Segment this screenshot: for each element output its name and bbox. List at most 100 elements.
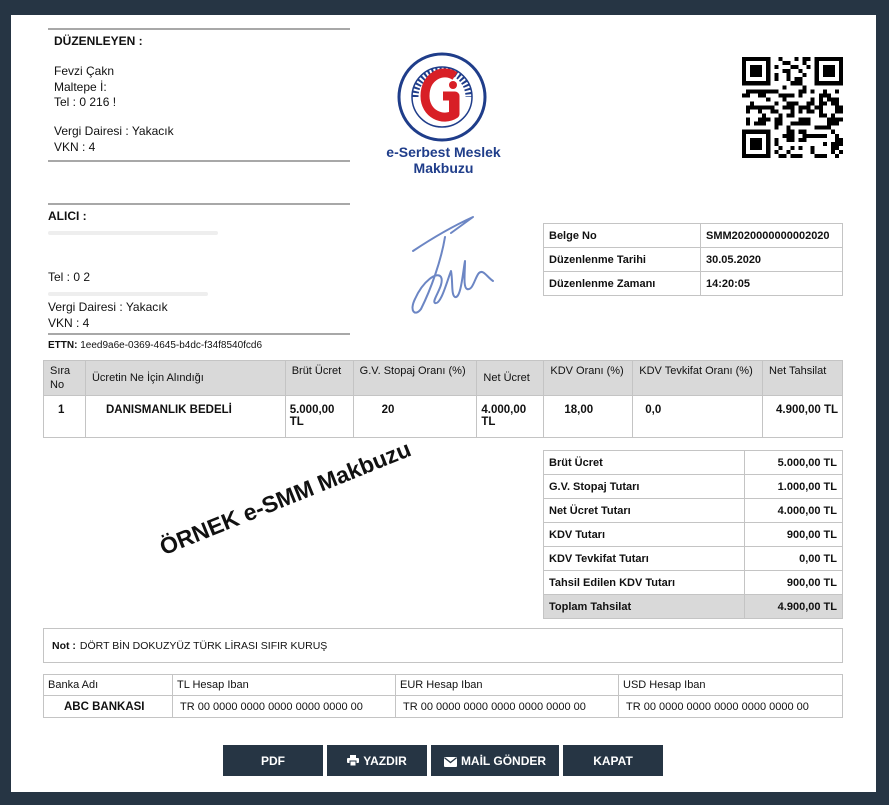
cell-kdv-tevkifat: 0,0 <box>632 395 764 438</box>
col-net: Net Ücret <box>476 360 545 396</box>
summary-row: KDV Tevkifat Tutarı 0,00 TL <box>543 546 843 571</box>
items-table: Sıra No Ücretin Ne İçin Alındığı Brüt Üc… <box>43 360 843 438</box>
doc-info-row: Düzenlenme Tarihi 30.05.2020 <box>543 247 843 272</box>
doc-info-value: 14:20:05 <box>700 271 843 296</box>
summary-label: Net Ücret Tutarı <box>543 498 745 523</box>
summary-row: KDV Tutarı 900,00 TL <box>543 522 843 547</box>
col-gv-oran: G.V. Stopaj Oranı (%) <box>352 360 478 396</box>
sample-watermark: ÖRNEK e-SMM Makbuzu <box>155 435 415 561</box>
doc-info-value: SMM2020000000002020 <box>700 223 843 248</box>
summary-value: 4.900,00 TL <box>744 594 843 619</box>
doc-info-row: Düzenlenme Zamanı 14:20:05 <box>543 271 843 296</box>
close-button[interactable]: KAPAT <box>563 745 663 776</box>
cell-aciklama: DANISMANLIK BEDELİ <box>84 395 286 438</box>
receiver-heading: ALICI : <box>48 209 87 223</box>
summary-value: 4.000,00 TL <box>744 498 843 523</box>
ettn-value: 1eed9a6e-0369-4645-b4dc-f34f8540fcd6 <box>80 340 263 351</box>
col-net-tahsilat: Net Tahsilat <box>762 360 843 396</box>
print-button[interactable]: YAZDIR <box>327 745 427 776</box>
pdf-button-label: PDF <box>261 753 285 768</box>
receiver-top-rule <box>48 203 350 205</box>
ettn-label: ETTN: <box>48 340 78 351</box>
print-button-label: YAZDIR <box>363 753 407 768</box>
summary-value: 900,00 TL <box>744 570 843 595</box>
bank-name: ABC BANKASI <box>43 695 173 718</box>
doc-info-label: Düzenlenme Zamanı <box>543 271 701 296</box>
table-row: 1 DANISMANLIK BEDELİ 5.000,00 TL 20 4.00… <box>43 395 843 438</box>
issuer-tax-office: Vergi Dairesi : Yakacık <box>54 124 174 138</box>
pdf-button[interactable]: PDF <box>223 745 323 776</box>
cell-gv-oran: 20 <box>352 395 478 438</box>
summary-value: 900,00 TL <box>744 522 843 547</box>
cell-kdv-oran: 18,00 <box>543 395 634 438</box>
col-brut: Brüt Ücret <box>284 360 354 396</box>
bank-col-tl: TL Hesap Iban <box>172 674 396 696</box>
close-button-label: KAPAT <box>593 753 633 768</box>
summary-row: Toplam Tahsilat 4.900,00 TL <box>543 594 843 619</box>
issuer-address: Maltepe İ: <box>54 80 107 94</box>
qr-code <box>742 57 843 158</box>
summary-label: KDV Tevkifat Tutarı <box>543 546 745 571</box>
summary-value: 5.000,00 TL <box>744 450 843 475</box>
summary-label: KDV Tutarı <box>543 522 745 547</box>
envelope-icon <box>443 756 457 767</box>
summary-label: Brüt Ücret <box>543 450 745 475</box>
receiver-redacted-name <box>48 224 218 242</box>
bank-table: Banka Adı TL Hesap Iban EUR Hesap Iban U… <box>43 674 843 718</box>
issuer-top-rule <box>48 28 350 30</box>
service-title-line2: Makbuzu <box>413 160 474 176</box>
cell-net-tahsilat: 4.900,00 TL <box>762 395 843 438</box>
doc-info-value: 30.05.2020 <box>700 247 843 272</box>
bank-col-usd: USD Hesap Iban <box>618 674 843 696</box>
issuer-bottom-rule <box>48 160 350 162</box>
summary-value: 0,00 TL <box>744 546 843 571</box>
receiver-vkn: VKN : 4 <box>48 316 90 330</box>
summary-row: Net Ücret Tutarı 4.000,00 TL <box>543 498 843 523</box>
items-header-row: Sıra No Ücretin Ne İçin Alındığı Brüt Üc… <box>43 360 843 396</box>
cell-brut: 5.000,00 TL <box>284 395 354 438</box>
col-kdv-oran: KDV Oranı (%) <box>543 360 634 396</box>
cell-sira: 1 <box>43 395 86 438</box>
doc-info-label: Düzenlenme Tarihi <box>543 247 701 272</box>
gib-logo <box>397 52 487 142</box>
col-aciklama: Ücretin Ne İçin Alındığı <box>84 360 286 396</box>
issuer-vkn: VKN : 4 <box>54 140 96 154</box>
doc-info-label: Belge No <box>543 223 701 248</box>
printer-icon <box>347 755 360 767</box>
ettn: ETTN: 1eed9a6e-0369-4645-b4dc-f34f8540fc… <box>48 340 262 351</box>
summary-table: Brüt Ücret 5.000,00 TL G.V. Stopaj Tutarı 1… <box>543 450 843 619</box>
receipt-modal: DÜZENLEYEN : Fevzi Çakn Maltepe İ: Tel :… <box>11 15 876 792</box>
summary-row: Brüt Ücret 5.000,00 TL <box>543 450 843 475</box>
summary-value: 1.000,00 TL <box>744 474 843 499</box>
summary-label: Toplam Tahsilat <box>543 594 745 619</box>
summary-row: G.V. Stopaj Tutarı 1.000,00 TL <box>543 474 843 499</box>
service-title-line1: e-Serbest Meslek <box>386 144 501 160</box>
note-text: DÖRT BİN DOKUZYÜZ TÜRK LİRASI SIFIR KURU… <box>79 639 328 652</box>
send-mail-button[interactable]: MAİL GÖNDER <box>431 745 559 776</box>
receiver-phone: Tel : 0 2 <box>48 270 91 284</box>
bank-header-row: Banka Adı TL Hesap Iban EUR Hesap Iban U… <box>43 674 843 696</box>
iban-usd: TR 00 0000 0000 0000 0000 0000 00 <box>618 695 843 718</box>
doc-info-row: Belge No SMM2020000000002020 <box>543 223 843 248</box>
col-kdv-tevkifat: KDV Tevkifat Oranı (%) <box>632 360 764 396</box>
send-mail-button-label: MAİL GÖNDER <box>460 753 547 768</box>
col-sira: Sıra No <box>43 360 86 396</box>
issuer-heading: DÜZENLEYEN : <box>54 34 143 48</box>
bank-col-name: Banka Adı <box>43 674 173 696</box>
document-info-table: Belge No SMM2020000000002020 Düzenlenme Ta… <box>543 223 843 296</box>
summary-row: Tahsil Edilen KDV Tutarı 900,00 TL <box>543 570 843 595</box>
note-label: Not : <box>52 639 76 652</box>
cell-net: 4.000,00 TL <box>476 395 545 438</box>
issuer-name: Fevzi Çakn <box>54 64 115 78</box>
iban-tl: TR 00 0000 0000 0000 0000 0000 00 <box>172 695 396 718</box>
receiver-bottom-rule <box>48 333 350 335</box>
signature-image <box>401 211 501 321</box>
bank-col-eur: EUR Hesap Iban <box>395 674 619 696</box>
summary-label: G.V. Stopaj Tutarı <box>543 474 745 499</box>
receiver-tax-office: Vergi Dairesi : Yakacık <box>48 300 168 314</box>
service-title: e-Serbest Meslek Makbuzu <box>361 144 526 176</box>
note-box: Not : DÖRT BİN DOKUZYÜZ TÜRK LİRASI SIFI… <box>43 628 843 663</box>
iban-eur: TR 00 0000 0000 0000 0000 0000 00 <box>395 695 619 718</box>
table-row: ABC BANKASI TR 00 0000 0000 0000 0000 00… <box>43 695 843 718</box>
issuer-phone: Tel : 0 216 ! <box>54 95 117 109</box>
